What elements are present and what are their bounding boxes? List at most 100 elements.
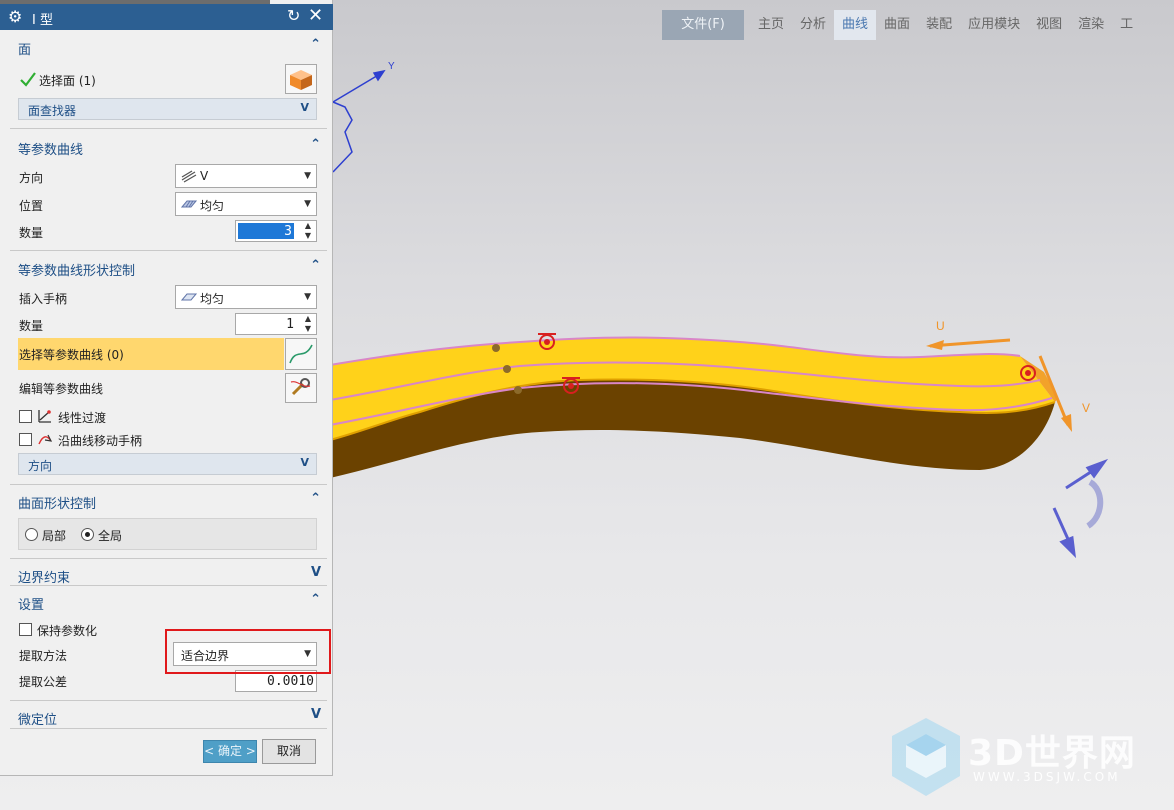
section-surface-shape-header[interactable]: 曲面形状控制 ⌃ xyxy=(10,490,327,512)
divider xyxy=(10,558,327,559)
section-boundary-header[interactable]: 边界约束 V xyxy=(10,564,327,586)
dropdown-arrow-icon: ▼ xyxy=(304,292,311,302)
section-iso-curve-header[interactable]: 等参数曲线 ⌃ xyxy=(10,136,327,158)
direction-finder[interactable]: 方向 V xyxy=(18,453,317,475)
linear-transition-icon xyxy=(38,410,51,423)
linear-transition-label: 线性过渡 xyxy=(58,411,107,425)
position-value: 均匀 xyxy=(200,199,225,213)
ok-button[interactable]: < 确定 > xyxy=(203,740,257,763)
global-radio[interactable] xyxy=(81,528,94,541)
position-label: 位置 xyxy=(19,199,44,213)
section-micro-header[interactable]: 微定位 V xyxy=(10,706,327,728)
check-icon xyxy=(20,72,36,87)
chevron-up-icon[interactable]: ⌃ xyxy=(310,37,321,52)
gear-icon[interactable]: ⚙ xyxy=(8,8,26,26)
handle-point-2[interactable] xyxy=(503,365,511,373)
wcs-triad-icon xyxy=(332,69,386,173)
face-finder-label: 面查找器 xyxy=(28,104,77,118)
close-icon[interactable]: ✕ xyxy=(308,6,323,26)
move-handle-label: 沿曲线移动手柄 xyxy=(58,434,143,448)
handle-point-1[interactable] xyxy=(492,344,500,352)
spinner-arrows-icon[interactable]: ▲ ▼ xyxy=(302,221,314,241)
select-face-button[interactable] xyxy=(285,64,317,94)
divider xyxy=(10,128,327,129)
highlight-box xyxy=(165,629,331,674)
chevron-down-icon[interactable]: V xyxy=(300,101,309,114)
move-handle-checkbox[interactable] xyxy=(19,433,32,446)
count-value: 3 xyxy=(284,224,292,239)
reset-icon[interactable]: ↻ xyxy=(287,7,300,25)
dropdown-arrow-icon: ▼ xyxy=(304,199,311,209)
select-iso-curve-row[interactable]: 选择等参数曲线 (0) xyxy=(18,338,284,370)
divider xyxy=(10,585,327,586)
tab-surface[interactable]: 曲面 xyxy=(876,10,918,40)
section-micro-label: 微定位 xyxy=(18,713,58,728)
handle-count-spinner[interactable]: 1 ▲ ▼ xyxy=(235,313,317,335)
section-settings-label: 设置 xyxy=(18,598,45,613)
edit-curve-button[interactable] xyxy=(285,373,317,403)
chevron-up-icon[interactable]: ⌃ xyxy=(310,592,321,607)
section-face-header[interactable]: 面 ⌃ xyxy=(10,36,327,58)
section-face-label: 面 xyxy=(18,43,32,58)
move-handle-icon xyxy=(38,434,53,445)
linear-transition-checkbox[interactable] xyxy=(19,410,32,423)
chevron-up-icon[interactable]: ⌃ xyxy=(310,258,321,273)
tab-assembly[interactable]: 装配 xyxy=(918,10,960,40)
ribbon-tabs: 文件(F) 主页 分析 曲线 曲面 装配 应用模块 视图 渲染 工 xyxy=(662,10,1141,40)
watermark-brand: 3D世界网 xyxy=(968,733,1136,774)
local-radio[interactable] xyxy=(25,528,38,541)
section-surface-shape-label: 曲面形状控制 xyxy=(18,497,97,512)
chevron-down-icon[interactable]: V xyxy=(311,707,321,722)
tab-view[interactable]: 视图 xyxy=(1028,10,1070,40)
uniform-icon xyxy=(181,200,197,208)
wcs-y-label: Y xyxy=(388,61,395,72)
direction-value: V xyxy=(200,169,209,183)
chevron-up-icon[interactable]: ⌃ xyxy=(310,491,321,506)
face-finder[interactable]: 面查找器 V xyxy=(18,98,317,120)
count-spinner[interactable]: 3 ▲ ▼ xyxy=(235,220,317,242)
tab-applications[interactable]: 应用模块 xyxy=(960,10,1028,40)
select-face-label: 选择面 (1) xyxy=(39,74,96,88)
v-label: V xyxy=(1082,401,1090,415)
watermark-url: WWW.3DSJW.COM xyxy=(973,770,1121,784)
keep-param-checkbox[interactable] xyxy=(19,623,32,636)
tolerance-label: 提取公差 xyxy=(19,675,68,689)
tab-curve[interactable]: 曲线 xyxy=(834,10,877,40)
tolerance-value: 0.0010 xyxy=(267,674,314,689)
cancel-button[interactable]: 取消 xyxy=(262,739,316,764)
chevron-up-icon[interactable]: ⌃ xyxy=(310,137,321,152)
handle-point-3[interactable] xyxy=(514,386,522,394)
section-settings-header[interactable]: 设置 ⌃ xyxy=(10,591,327,613)
select-iso-curve-label: 选择等参数曲线 (0) xyxy=(19,348,124,362)
section-iso-shape-header[interactable]: 等参数曲线形状控制 ⌃ xyxy=(10,257,327,279)
direction-finder-label: 方向 xyxy=(28,459,53,473)
edit-iso-curve-label: 编辑等参数曲线 xyxy=(19,382,104,396)
tab-tools[interactable]: 工 xyxy=(1112,10,1141,40)
tab-file[interactable]: 文件(F) xyxy=(662,10,744,40)
select-curve-button[interactable] xyxy=(285,338,317,370)
u-label: U xyxy=(936,319,945,333)
divider xyxy=(10,700,327,701)
spinner-arrows-icon[interactable]: ▲ ▼ xyxy=(302,314,314,334)
direction-select[interactable]: V ▼ xyxy=(175,164,317,188)
direction-v-icon xyxy=(181,170,197,183)
scope-group: 局部 全局 xyxy=(18,518,317,550)
local-label: 局部 xyxy=(42,529,67,543)
position-select[interactable]: 均匀 ▼ xyxy=(175,192,317,216)
section-iso-curve-label: 等参数曲线 xyxy=(18,143,84,158)
uniform-icon xyxy=(181,293,197,301)
tab-analysis[interactable]: 分析 xyxy=(792,10,834,40)
rotation-triad-icon[interactable] xyxy=(1052,458,1109,559)
tab-home[interactable]: 主页 xyxy=(750,10,792,40)
insert-handle-select[interactable]: 均匀 ▼ xyxy=(175,285,317,309)
u-direction-arrow xyxy=(926,338,1011,350)
dropdown-arrow-icon: ▼ xyxy=(304,171,311,181)
chevron-down-icon[interactable]: V xyxy=(300,456,309,469)
tab-render[interactable]: 渲染 xyxy=(1070,10,1112,40)
watermark: 3D世界网 WWW.3DSJW.COM xyxy=(888,714,1168,800)
chevron-down-icon[interactable]: V xyxy=(311,565,321,580)
count-label: 数量 xyxy=(19,226,44,240)
handle-count-value: 1 xyxy=(286,317,294,332)
direction-label: 方向 xyxy=(19,171,44,185)
dialog-title: I 型 xyxy=(32,13,53,28)
